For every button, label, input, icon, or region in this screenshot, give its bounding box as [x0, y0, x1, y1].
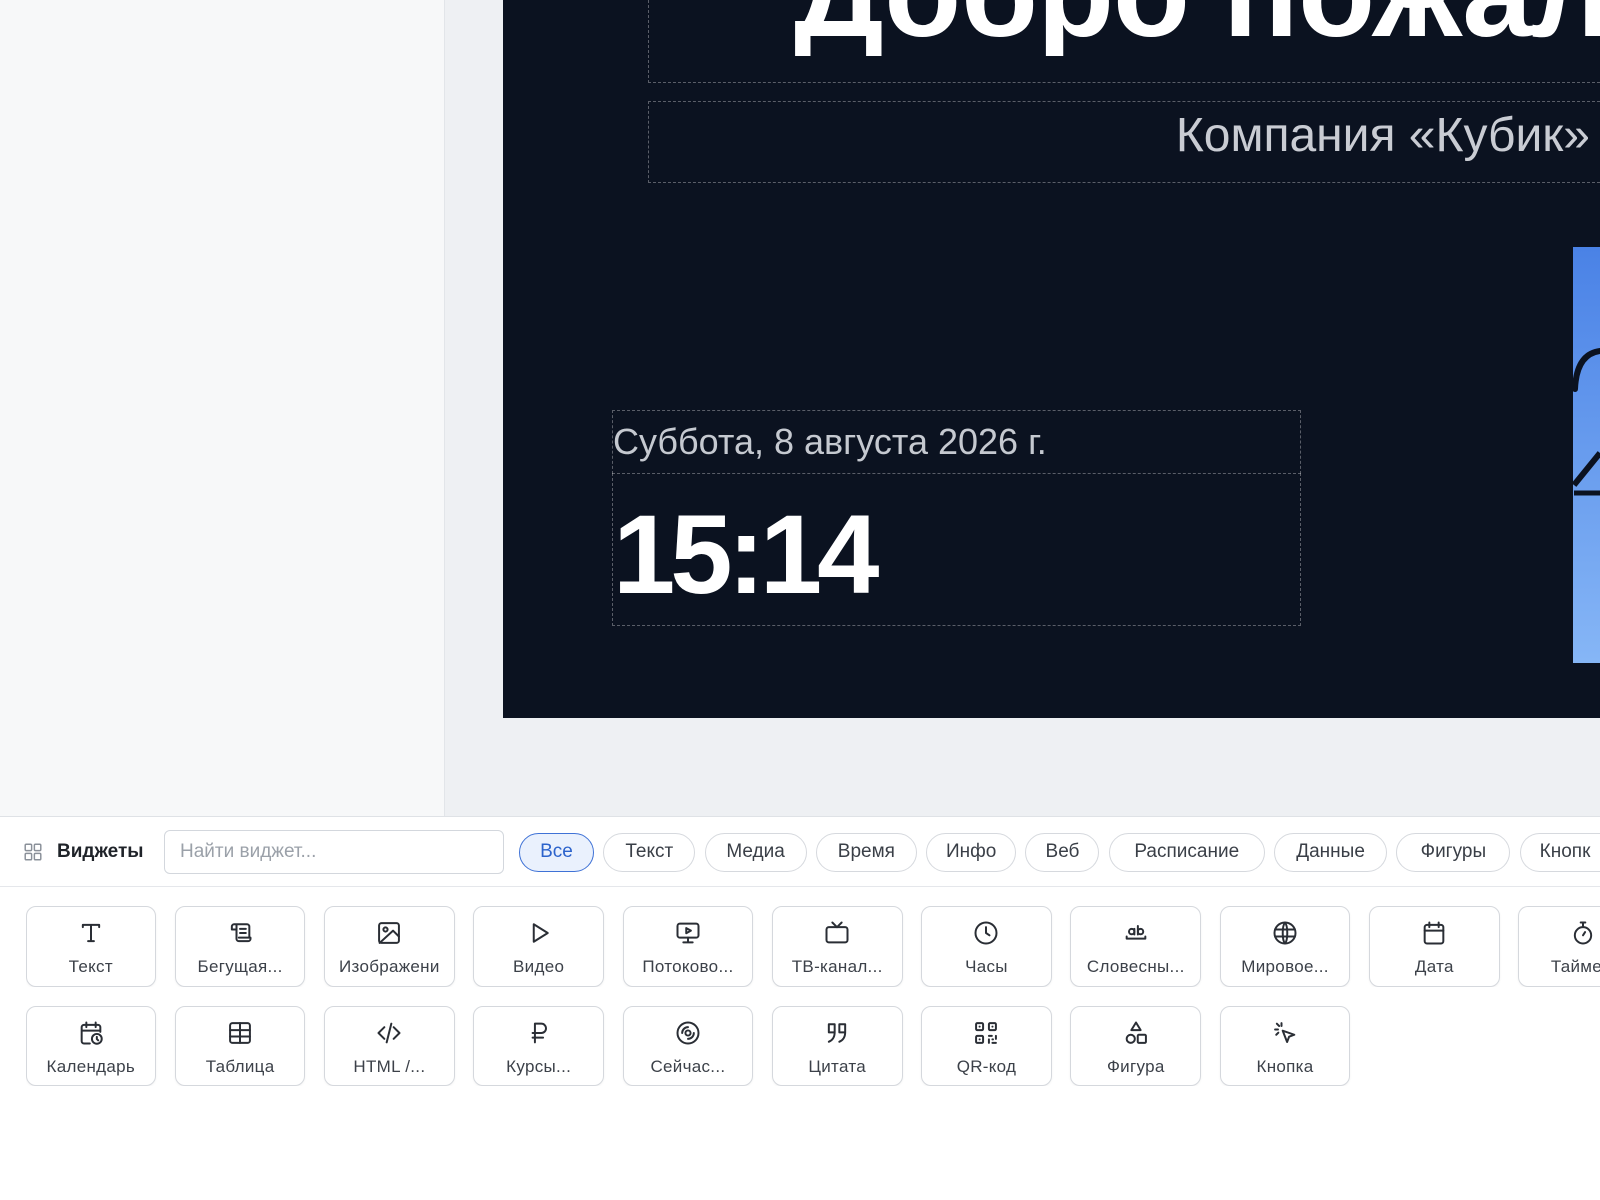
widget-tile-currency[interactable]: Курсы...: [473, 1006, 604, 1086]
widget-tile-now-playing[interactable]: Сейчас...: [622, 1006, 754, 1086]
shapes-icon: [1122, 1019, 1150, 1047]
filter-data[interactable]: Данные: [1274, 833, 1388, 872]
widget-label: Бегущая...: [197, 957, 283, 976]
widget-label: Сейчас...: [650, 1057, 726, 1076]
widget-tile-text[interactable]: Текст: [25, 906, 157, 987]
clock-widget[interactable]: 15:14: [612, 473, 1301, 626]
widget-tile-ticker[interactable]: Бегущая...: [174, 906, 306, 987]
editor-canvas: Добро пожал Компания «Кубик» Суббота, 8 …: [445, 0, 1600, 816]
widget-label: Мировое...: [1241, 957, 1329, 976]
widget-label: Кнопка: [1256, 1057, 1314, 1076]
widget-grid-row-2: Календарь Таблица HTML /... Курсы... Сей…: [25, 1006, 1600, 1086]
subtitle-text-box[interactable]: Компания «Кубик»: [648, 101, 1600, 183]
panel-title: Виджеты: [57, 841, 144, 862]
video-icon: [525, 919, 553, 947]
time-text: 15:14: [613, 492, 879, 617]
filter-bar: Все Текст Медиа Время Инфо Веб Расписани…: [519, 833, 1600, 872]
widget-label: Изображени: [339, 957, 440, 976]
widget-grid-row-1: Текст Бегущая... Изображени Видео Потоко…: [25, 906, 1600, 987]
widget-label: Видео: [513, 957, 565, 976]
widget-label: Дата: [1414, 957, 1454, 976]
widget-tile-word-clock[interactable]: Словесны...: [1070, 906, 1202, 987]
code-icon: [375, 1019, 403, 1047]
widgets-panel-header: Виджеты Все Текст Медиа Время Инфо Веб Р…: [0, 817, 1600, 887]
cursor-click-icon: [1271, 1019, 1299, 1047]
word-clock-icon: [1122, 919, 1150, 947]
widget-search-input[interactable]: [164, 830, 504, 874]
ticker-icon: [226, 919, 254, 947]
widget-label: Тайме: [1550, 957, 1600, 976]
slide-subtitle: Компания «Кубик»: [1175, 109, 1590, 162]
slide-title: Добро пожал: [794, 0, 1600, 56]
widgets-grid-icon: [22, 841, 44, 863]
timer-icon: [1569, 919, 1597, 947]
widget-tile-date[interactable]: Дата: [1369, 906, 1500, 987]
widget-tile-world-clock[interactable]: Мировое...: [1219, 906, 1351, 987]
text-icon: [77, 919, 105, 947]
globe-icon: [1271, 919, 1299, 947]
title-text-box[interactable]: Добро пожал: [648, 0, 1600, 83]
widget-tile-shape[interactable]: Фигура: [1070, 1006, 1202, 1086]
widget-label: Цитата: [808, 1057, 866, 1076]
slide[interactable]: Добро пожал Компания «Кубик» Суббота, 8 …: [503, 0, 1600, 718]
now-playing-icon: [674, 1019, 702, 1047]
widget-label: Словесны...: [1086, 957, 1185, 976]
filter-schedule[interactable]: Расписание: [1108, 833, 1265, 872]
filter-shapes[interactable]: Фигуры: [1396, 833, 1511, 872]
widget-label: Курсы...: [506, 1057, 572, 1076]
widget-tile-html[interactable]: HTML /...: [324, 1006, 455, 1086]
filter-media[interactable]: Медиа: [704, 833, 807, 872]
widget-label: Потоково...: [642, 957, 734, 976]
widget-tile-calendar[interactable]: Календарь: [25, 1006, 157, 1086]
widget-tile-stream[interactable]: Потоково...: [622, 906, 754, 987]
widget-label: ТВ-канал...: [791, 957, 883, 976]
filter-info[interactable]: Инфо: [926, 833, 1017, 872]
ruble-icon: [525, 1019, 553, 1047]
calendar-icon: [77, 1019, 105, 1047]
filter-web[interactable]: Веб: [1025, 833, 1100, 872]
slide-image[interactable]: [1573, 247, 1600, 663]
widgets-panel: Виджеты Все Текст Медиа Время Инфо Веб Р…: [0, 816, 1600, 1200]
widget-tile-quote[interactable]: Цитата: [771, 1006, 903, 1086]
clock-icon: [972, 919, 1000, 947]
filter-buttons[interactable]: Кнопк: [1519, 833, 1600, 872]
table-icon: [226, 1019, 254, 1047]
widget-label: HTML /...: [353, 1057, 426, 1076]
filter-time[interactable]: Время: [815, 833, 917, 872]
widget-label: Календарь: [46, 1057, 136, 1076]
date-widget[interactable]: Суббота, 8 августа 2026 г.: [612, 410, 1301, 474]
widget-tile-clock[interactable]: Часы: [921, 906, 1052, 987]
widget-label: QR-код: [956, 1057, 1017, 1076]
filter-text[interactable]: Текст: [603, 833, 696, 872]
widget-tile-button[interactable]: Кнопка: [1219, 1006, 1351, 1086]
widget-tile-timer[interactable]: Тайме: [1518, 906, 1600, 987]
date-icon: [1420, 919, 1448, 947]
qr-code-icon: [972, 1019, 1000, 1047]
stream-icon: [674, 919, 702, 947]
widget-tile-table[interactable]: Таблица: [174, 1006, 306, 1086]
date-text: Суббота, 8 августа 2026 г.: [613, 421, 1047, 462]
image-icon: [375, 919, 403, 947]
filter-all[interactable]: Все: [519, 833, 594, 872]
widget-label: Фигура: [1106, 1057, 1165, 1076]
quote-icon: [823, 1019, 851, 1047]
tv-icon: [823, 919, 851, 947]
widget-tile-image[interactable]: Изображени: [324, 906, 455, 987]
widget-label: Таблица: [205, 1057, 275, 1076]
widget-tile-qr-code[interactable]: QR-код: [921, 1006, 1052, 1086]
left-sidebar: [0, 0, 445, 816]
widget-label: Часы: [965, 957, 1008, 976]
widget-tile-tv-channel[interactable]: ТВ-канал...: [771, 906, 903, 987]
widget-label: Текст: [68, 957, 113, 976]
widget-tile-video[interactable]: Видео: [473, 906, 604, 987]
